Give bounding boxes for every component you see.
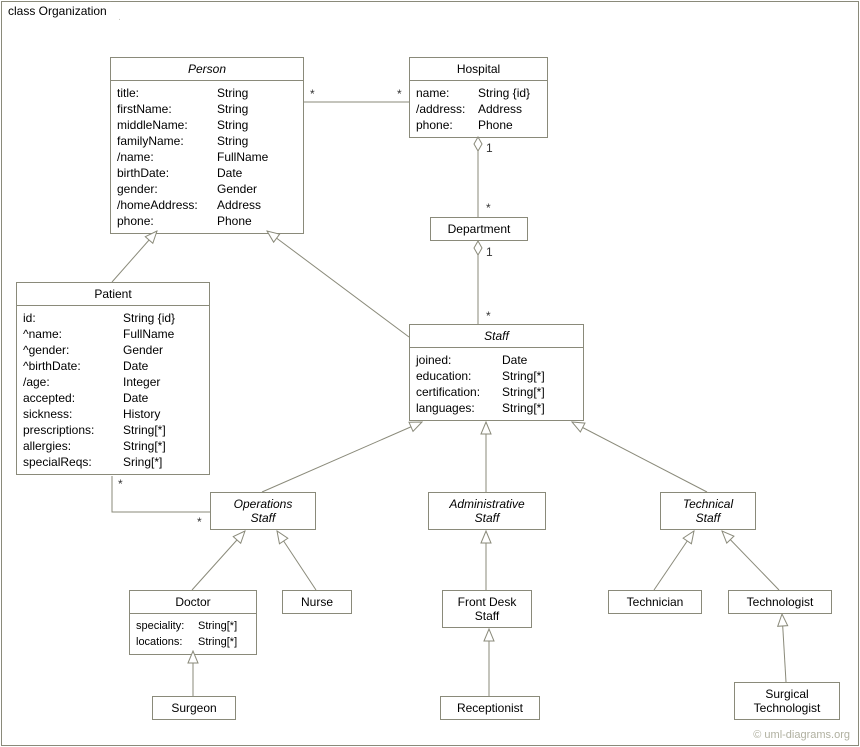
- class-receptionist-title: Receptionist: [441, 697, 539, 719]
- class-technical-staff: TechnicalStaff: [660, 492, 756, 530]
- attribute-row: education:String[*]: [416, 368, 577, 384]
- attribute-row: middleName:String: [117, 117, 297, 133]
- class-front-desk-staff-title: Front DeskStaff: [443, 591, 531, 627]
- attribute-row: /homeAddress:Address: [117, 197, 297, 213]
- svg-text:1: 1: [486, 141, 493, 155]
- attribute-row: allergies:String[*]: [23, 438, 203, 454]
- class-patient: Patient id:String {id}^name:FullName^gen…: [16, 282, 210, 475]
- svg-text:*: *: [486, 201, 491, 215]
- attribute-row: firstName:String: [117, 101, 297, 117]
- class-nurse-title: Nurse: [283, 591, 351, 613]
- class-surgical-technologist: SurgicalTechnologist: [734, 682, 840, 720]
- class-operations-staff-title: OperationsStaff: [211, 493, 315, 529]
- class-administrative-staff: AdministrativeStaff: [428, 492, 546, 530]
- attribute-row: familyName:String: [117, 133, 297, 149]
- svg-text:*: *: [118, 477, 123, 491]
- svg-text:*: *: [397, 87, 402, 101]
- attribute-row: /address:Address: [416, 101, 541, 117]
- attribute-row: joined:Date: [416, 352, 577, 368]
- attribute-row: speciality:String[*]: [136, 618, 250, 634]
- class-department: Department: [430, 217, 528, 241]
- watermark: © uml-diagrams.org: [753, 729, 850, 741]
- class-technical-staff-title: TechnicalStaff: [661, 493, 755, 529]
- class-doctor: Doctor speciality:String[*]locations:Str…: [129, 590, 257, 655]
- class-department-title: Department: [431, 218, 527, 240]
- class-surgeon: Surgeon: [152, 696, 236, 720]
- attribute-row: prescriptions:String[*]: [23, 422, 203, 438]
- attribute-row: phone:Phone: [117, 213, 297, 229]
- class-operations-staff: OperationsStaff: [210, 492, 316, 530]
- attribute-row: id:String {id}: [23, 310, 203, 326]
- attribute-row: languages:String[*]: [416, 400, 577, 416]
- attribute-row: specialReqs:Sring[*]: [23, 454, 203, 470]
- class-technician-title: Technician: [609, 591, 701, 613]
- attribute-row: ^gender:Gender: [23, 342, 203, 358]
- attribute-row: certification:String[*]: [416, 384, 577, 400]
- attribute-row: title:String: [117, 85, 297, 101]
- class-technologist-title: Technologist: [729, 591, 831, 613]
- class-surgeon-title: Surgeon: [153, 697, 235, 719]
- attribute-row: ^name:FullName: [23, 326, 203, 342]
- class-administrative-staff-title: AdministrativeStaff: [429, 493, 545, 529]
- svg-text:*: *: [486, 309, 491, 323]
- attribute-row: sickness:History: [23, 406, 203, 422]
- svg-text:*: *: [197, 515, 202, 529]
- class-staff-title: Staff: [410, 325, 583, 348]
- attribute-row: phone:Phone: [416, 117, 541, 133]
- attribute-row: /name:FullName: [117, 149, 297, 165]
- frame-label: class Organization: [1, 1, 120, 20]
- attribute-row: name:String {id}: [416, 85, 541, 101]
- attribute-row: ^birthDate:Date: [23, 358, 203, 374]
- class-doctor-title: Doctor: [130, 591, 256, 614]
- svg-text:*: *: [310, 87, 315, 101]
- class-person-title: Person: [111, 58, 303, 81]
- class-front-desk-staff: Front DeskStaff: [442, 590, 532, 628]
- attribute-row: accepted:Date: [23, 390, 203, 406]
- class-receptionist: Receptionist: [440, 696, 540, 720]
- class-hospital-title: Hospital: [410, 58, 547, 81]
- class-hospital: Hospital name:String {id}/address:Addres…: [409, 57, 548, 138]
- class-staff: Staff joined:Dateeducation:String[*]cert…: [409, 324, 584, 421]
- class-surgical-technologist-title: SurgicalTechnologist: [735, 683, 839, 719]
- class-patient-title: Patient: [17, 283, 209, 306]
- diagram-frame: class Organization Person title:Stringfi…: [1, 1, 859, 746]
- attribute-row: birthDate:Date: [117, 165, 297, 181]
- class-technician: Technician: [608, 590, 702, 614]
- svg-text:1: 1: [486, 245, 493, 259]
- class-technologist: Technologist: [728, 590, 832, 614]
- class-person: Person title:StringfirstName:Stringmiddl…: [110, 57, 304, 234]
- class-nurse: Nurse: [282, 590, 352, 614]
- attribute-row: locations:String[*]: [136, 634, 250, 650]
- attribute-row: gender:Gender: [117, 181, 297, 197]
- attribute-row: /age:Integer: [23, 374, 203, 390]
